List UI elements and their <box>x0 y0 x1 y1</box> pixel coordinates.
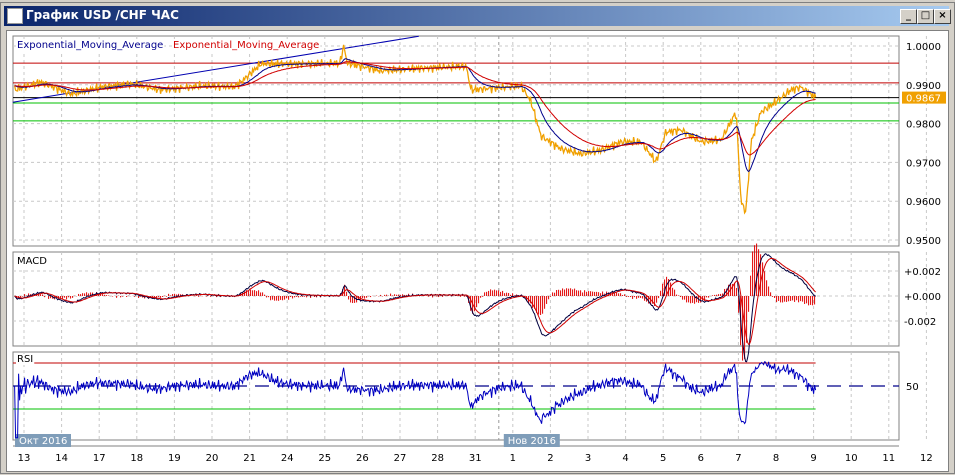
x-tick-label: 6 <box>698 453 704 464</box>
current-price-label: 0.9867 <box>906 94 941 105</box>
rsi-label: RSI <box>17 354 33 365</box>
price-tick-label: 1.0000 <box>906 42 941 53</box>
price-tick-label: 0.9700 <box>906 158 941 169</box>
month-label: Окт 2016 <box>19 436 67 447</box>
x-tick-label: 8 <box>773 453 779 464</box>
macd-tick-label: +0.002 <box>904 267 941 278</box>
chart-window: График USD /CHF ЧАС _ □ × 13 14 17 18 19 20 21… <box>0 2 955 474</box>
month-label: Нов 2016 <box>508 436 556 447</box>
x-tick-label: 10 <box>845 453 858 464</box>
legend-ema-slow: Exponential_Moving_Average <box>173 40 319 51</box>
x-tick-label: 28 <box>431 453 444 464</box>
x-tick-label: 2 <box>547 453 553 464</box>
maximize-button[interactable]: □ <box>917 9 934 24</box>
x-tick-label: 13 <box>18 453 31 464</box>
window-title: График USD /CHF ЧАС <box>26 8 179 22</box>
chart-icon <box>7 8 23 24</box>
x-tick-label: 9 <box>810 453 816 464</box>
price-tick-label: 0.9600 <box>906 197 941 208</box>
x-tick-label: 3 <box>585 453 591 464</box>
macd-tick-label: +0.000 <box>904 292 941 303</box>
x-tick-label: 4 <box>622 453 628 464</box>
x-tick-label: 11 <box>882 453 895 464</box>
x-tick-label: 18 <box>130 453 143 464</box>
macd-label: MACD <box>17 256 47 267</box>
chart-canvas[interactable]: 13 14 17 18 19 20 21 24 25 26 27 28 31 1 2 3 4 5 6 7 8 9 10 11 1… <box>7 31 948 471</box>
x-tick-label: 24 <box>281 453 294 464</box>
legend-ema-fast: Exponential_Moving_Average <box>17 40 163 51</box>
x-tick-label: 1 <box>510 453 516 464</box>
price-tick-label: 0.9500 <box>906 236 941 247</box>
x-tick-label: 31 <box>469 453 482 464</box>
title-bar[interactable]: График USD /CHF ЧАС _ □ × <box>4 6 951 26</box>
panel-1 <box>12 251 900 347</box>
x-tick-label: 17 <box>93 453 106 464</box>
rsi-tick-label: 50 <box>906 382 919 393</box>
price-tick-label: 0.9800 <box>906 120 941 131</box>
x-tick-label: 25 <box>318 453 331 464</box>
macd-tick-label: -0.002 <box>904 317 936 328</box>
x-tick-label: 27 <box>394 453 407 464</box>
x-tick-label: 14 <box>55 453 68 464</box>
price-tick-label: 0.9900 <box>906 81 941 92</box>
x-tick-label: 21 <box>243 453 256 464</box>
x-tick-label: 12 <box>920 453 933 464</box>
minimize-button[interactable]: _ <box>900 9 917 24</box>
x-tick-label: 20 <box>206 453 219 464</box>
x-tick-label: 19 <box>168 453 181 464</box>
close-button[interactable]: × <box>934 9 951 24</box>
chart-area[interactable]: 13 14 17 18 19 20 21 24 25 26 27 28 31 1 2 3 4 5 6 7 8 9 10 11 1… <box>6 30 949 472</box>
x-tick-label: 5 <box>660 453 666 464</box>
x-tick-label: 26 <box>356 453 369 464</box>
x-tick-label: 7 <box>735 453 741 464</box>
